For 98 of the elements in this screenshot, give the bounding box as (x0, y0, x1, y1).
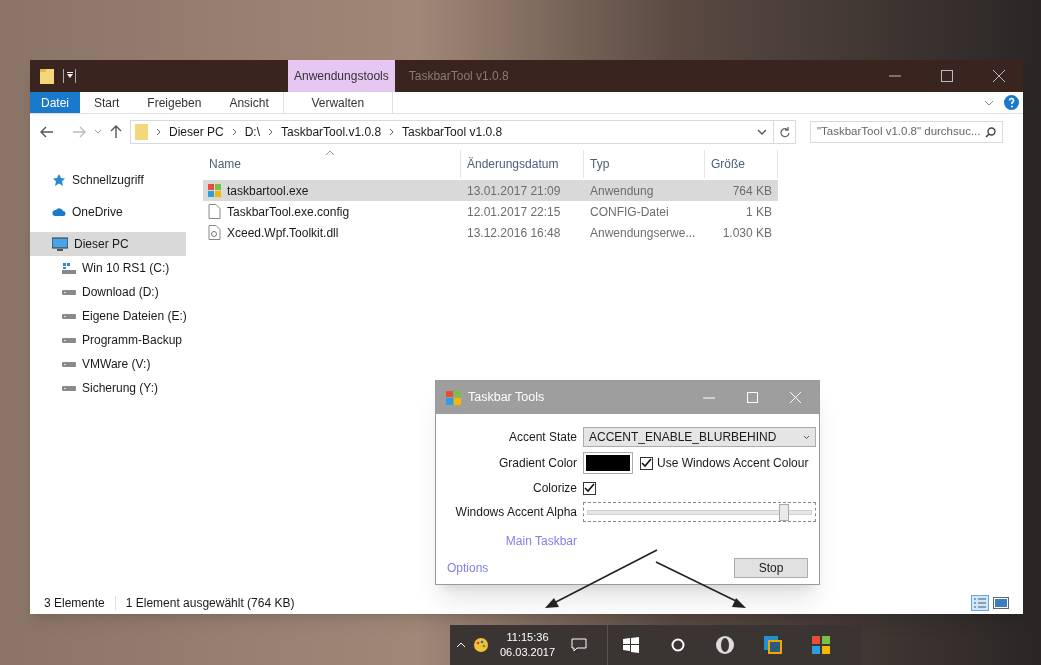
app-icon[interactable] (811, 635, 832, 655)
ribbon-tab[interactable]: Ansicht (215, 92, 283, 113)
file-date: 12.01.2017 22:15 (466, 203, 562, 221)
ribbon-tab[interactable]: Start (80, 92, 134, 113)
status-text: 3 Elemente (44, 595, 105, 612)
file-type: Anwendungserwe... (589, 224, 697, 242)
drive-icon (62, 312, 76, 320)
chevron-down-icon[interactable] (757, 129, 767, 135)
window-title: TaskbarTool v1.0.8 (407, 68, 509, 85)
field-label: Gradient Color (497, 455, 577, 472)
file-date: 13.12.2016 16:48 (466, 224, 562, 242)
file-date: 13.01.2017 21:09 (466, 182, 562, 200)
file-name: taskbartool.exe (227, 182, 309, 200)
file-row[interactable]: Xceed.Wpf.Toolkit.dll 13.12.2016 16:48 Anwendungserwe... 1.030 KB (203, 222, 778, 243)
nav-item[interactable]: Sicherung (Y:) (30, 376, 186, 400)
folder-icon[interactable] (40, 68, 54, 84)
back-arrow-icon[interactable] (40, 126, 54, 138)
ribbon-tab[interactable]: Verwalten (282, 92, 393, 113)
help-icon[interactable] (1004, 95, 1019, 110)
ribbon-tab[interactable]: Datei (30, 92, 80, 113)
thumbnail-view-icon[interactable] (993, 596, 1009, 610)
file-name: TaskbarTool.exe.config (227, 203, 350, 221)
app-icon (207, 183, 222, 198)
nav-item[interactable]: Win 10 RS1 (C:) (30, 256, 186, 280)
checkbox-label: Use Windows Accent Colour (657, 455, 809, 472)
star-icon (52, 173, 66, 187)
contextual-tab-header: Anwendungstools (288, 60, 395, 92)
file-row[interactable]: taskbartool.exe 13.01.2017 21:09 Anwendung 764 KB (203, 180, 778, 201)
drive-icon (62, 384, 76, 392)
maximize-icon[interactable] (941, 70, 953, 82)
circle-icon[interactable] (671, 638, 686, 652)
up-arrow-icon[interactable] (110, 125, 122, 139)
nav-item[interactable]: Dieser PC (30, 232, 186, 256)
nav-item[interactable]: Eigene Dateien (E:) (30, 304, 186, 328)
nav-item[interactable]: OneDrive (30, 200, 186, 224)
nav-item[interactable]: Schnellzugriff (30, 168, 186, 192)
chevron-down-icon (803, 434, 810, 440)
main-taskbar-link[interactable]: Main Taskbar (442, 527, 577, 550)
search-icon (985, 126, 996, 138)
chevron-down-icon[interactable] (984, 99, 994, 106)
nav-item[interactable]: Download (D:) (30, 280, 186, 304)
clock[interactable]: 11:15:36 06.03.2017 (500, 630, 556, 660)
search-field[interactable]: "TaskbarTool v1.0.8" durchsuc... (810, 121, 1003, 143)
file-icon (207, 225, 222, 240)
field-label: Colorize (532, 480, 577, 497)
close-icon[interactable] (993, 70, 1005, 82)
palette-icon[interactable] (474, 638, 488, 652)
file-type: Anwendung (589, 182, 655, 200)
breadcrumb-item[interactable]: TaskbarTool.v1.0.8 (281, 123, 382, 141)
address-bar[interactable]: Dieser PC D:\ TaskbarTool.v1.0.8 TaskbarTool v1.0.8 (130, 120, 774, 144)
file-icon (207, 204, 222, 219)
file-type: CONFIG-Datei (589, 203, 670, 221)
drive-icon (62, 288, 76, 296)
file-row[interactable]: TaskbarTool.exe.config 12.01.2017 22:15 CONFIG-Datei 1 KB (203, 201, 778, 222)
alpha-slider[interactable] (583, 502, 816, 522)
quick-access-menu-icon[interactable] (62, 69, 76, 83)
chevron-right-icon[interactable] (156, 128, 161, 136)
drive-icon (62, 360, 76, 368)
field-label: Accent State (507, 429, 577, 446)
drive-icon (62, 262, 76, 274)
browser-icon[interactable] (715, 635, 736, 655)
stop-button[interactable]: Stop (734, 558, 808, 578)
status-text: 1 Element ausgewählt (764 KB) (125, 595, 295, 612)
chevron-up-icon[interactable] (456, 642, 466, 648)
folder-icon (135, 124, 148, 140)
chevron-right-icon[interactable] (268, 128, 274, 136)
refresh-icon (779, 126, 790, 138)
accent-state-dropdown[interactable]: ACCENT_ENABLE_BLURBEHIND (583, 427, 816, 447)
file-size: 1 KB (745, 203, 773, 221)
field-label: Windows Accent Alpha (454, 504, 577, 521)
windows-logo-icon[interactable] (623, 637, 640, 653)
file-size: 1.030 KB (721, 224, 773, 242)
drive-icon (62, 336, 76, 344)
breadcrumb-item[interactable]: Dieser PC (169, 123, 224, 141)
options-link[interactable]: Options (447, 559, 489, 577)
refresh-button[interactable] (774, 120, 796, 144)
app-icon[interactable] (763, 635, 784, 655)
checkbox[interactable] (640, 456, 653, 470)
breadcrumb-item[interactable]: TaskbarTool v1.0.8 (402, 123, 503, 141)
slider-thumb[interactable] (779, 503, 790, 521)
breadcrumb-item[interactable]: D:\ (244, 123, 261, 141)
nav-item[interactable]: Programm-Backup (30, 328, 186, 352)
nav-item[interactable]: VMWare (V:) (30, 352, 186, 376)
chevron-right-icon[interactable] (389, 128, 395, 136)
ribbon-tab[interactable]: Freigeben (133, 92, 216, 113)
column-header[interactable]: Änderungsdatum (461, 150, 584, 178)
dialog-title: Taskbar Tools (468, 389, 545, 407)
column-header[interactable]: Name (203, 150, 461, 178)
computer-icon (52, 237, 68, 251)
cloud-icon (52, 207, 66, 217)
file-size: 764 KB (731, 182, 773, 200)
app-icon (446, 390, 461, 405)
notification-icon[interactable] (571, 637, 588, 653)
column-header[interactable]: Typ (584, 150, 705, 178)
checkbox[interactable] (583, 481, 596, 495)
column-header[interactable]: Größe (705, 150, 778, 178)
file-name: Xceed.Wpf.Toolkit.dll (227, 224, 339, 242)
chevron-right-icon[interactable] (231, 128, 237, 136)
